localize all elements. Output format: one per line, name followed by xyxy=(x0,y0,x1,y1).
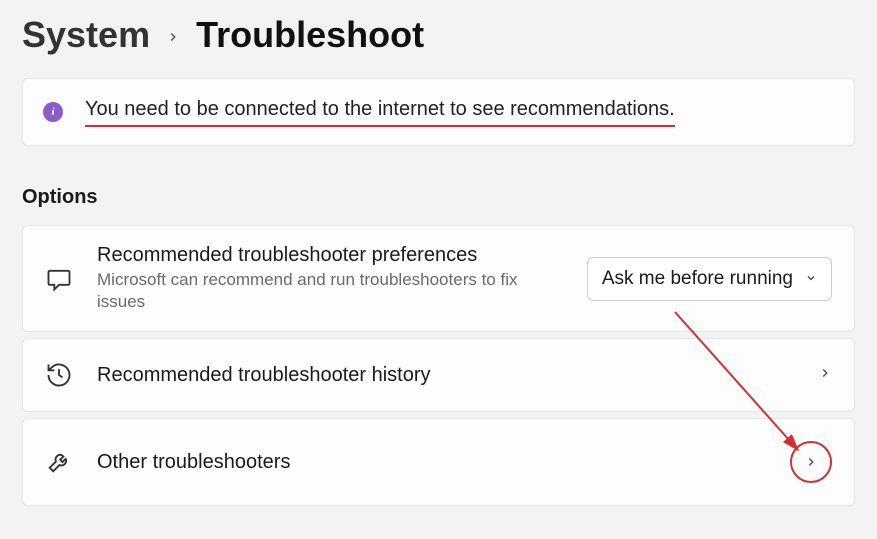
info-icon: i xyxy=(43,102,63,122)
card-other-title: Other troubleshooters xyxy=(97,451,766,474)
info-banner-text: You need to be connected to the internet… xyxy=(85,97,675,127)
card-preferences-title: Recommended troubleshooter preferences xyxy=(97,244,563,267)
page-title: Troubleshoot xyxy=(196,14,424,56)
info-banner: i You need to be connected to the intern… xyxy=(22,78,855,146)
chat-icon xyxy=(45,265,73,293)
card-history-title: Recommended troubleshooter history xyxy=(97,364,794,387)
chevron-right-icon xyxy=(804,455,818,469)
card-other-troubleshooters[interactable]: Other troubleshooters xyxy=(22,418,855,506)
history-icon xyxy=(45,361,73,389)
card-preferences-subtitle: Microsoft can recommend and run troubles… xyxy=(97,269,527,313)
annotation-circle xyxy=(790,441,832,483)
preferences-dropdown[interactable]: Ask me before running xyxy=(587,257,832,301)
chevron-right-icon xyxy=(166,24,180,50)
chevron-right-icon xyxy=(818,366,832,385)
breadcrumb-parent[interactable]: System xyxy=(22,14,150,56)
breadcrumb: System Troubleshoot xyxy=(0,0,877,56)
preferences-dropdown-value: Ask me before running xyxy=(602,268,793,290)
chevron-down-icon xyxy=(805,271,817,287)
card-history[interactable]: Recommended troubleshooter history xyxy=(22,338,855,412)
wrench-icon xyxy=(45,448,73,476)
card-preferences: Recommended troubleshooter preferences M… xyxy=(22,225,855,332)
section-header-options: Options xyxy=(0,146,877,219)
